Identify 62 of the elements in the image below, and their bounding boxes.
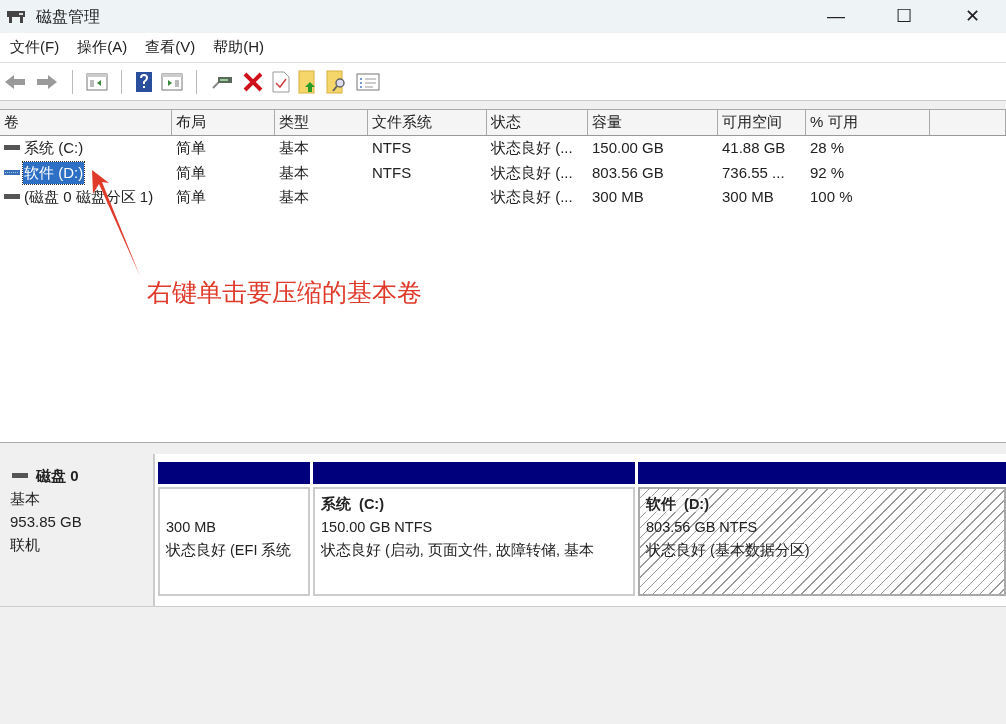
volume-name[interactable]: 系统 (C:) — [23, 137, 85, 160]
table-cell: 100 % — [810, 188, 853, 205]
table-cell: 状态良好 (... — [491, 163, 573, 181]
menu-item[interactable]: 帮助(H) — [207, 36, 270, 59]
window-title: 磁盘管理 — [36, 6, 100, 27]
table-cell: 736.55 ... — [722, 163, 785, 181]
disk-name: 磁盘 0 — [36, 466, 79, 486]
column-header[interactable]: 容量 — [588, 110, 718, 135]
partition-status: 状态良好 (启动, 页面文件, 故障转储, 基本 — [321, 542, 595, 558]
table-cell: 150.00 GB — [592, 139, 664, 156]
column-header[interactable]: 卷 — [0, 110, 172, 135]
menu-item[interactable]: 操作(A) — [71, 36, 134, 59]
table-cell: 28 % — [810, 139, 845, 156]
column-header[interactable]: 布局 — [172, 110, 275, 135]
delete-x-icon[interactable] — [242, 70, 264, 93]
partition-status: 状态良好 (基本数据分区) — [646, 542, 810, 558]
table-cell: 92 % — [810, 163, 845, 181]
table-cell: 简单 — [176, 188, 206, 205]
partition-size: 150.00 GB NTFS — [321, 519, 433, 535]
partition-size: 300 MB — [166, 519, 216, 535]
partition-status: 状态良好 (EFI 系统 — [166, 542, 292, 558]
column-header[interactable]: % 可用 — [806, 110, 930, 135]
table-cell: NTFS — [372, 163, 412, 181]
column-header[interactable]: 可用空间 — [718, 110, 806, 135]
partition-block[interactable]: 300 MB 状态良好 (EFI 系统 — [158, 487, 310, 596]
partition-title: 软件 (D:) — [646, 496, 709, 512]
folder-magnifier-icon[interactable] — [326, 69, 348, 94]
partition-title: 系统 (C:) — [321, 496, 384, 512]
table-cell: 基本 — [279, 163, 309, 181]
table-cell: 状态良好 (... — [491, 139, 573, 156]
table-cell: 803.56 GB — [592, 163, 664, 181]
column-header[interactable]: 类型 — [275, 110, 368, 135]
table-cell: NTFS — [372, 139, 412, 156]
menu-item[interactable]: 查看(V) — [139, 36, 202, 59]
checked-document-icon[interactable] — [272, 70, 290, 93]
disk-management-icon — [6, 8, 26, 25]
disk-status: 联机 — [10, 535, 41, 555]
annotation-text: 右键单击要压缩的基本卷 — [147, 277, 422, 308]
table-cell: 基本 — [279, 188, 309, 205]
partition-block[interactable]: 系统 (C:) 150.00 GB NTFS 状态良好 (启动, 页面文件, 故障转储, 基本 — [313, 487, 635, 596]
column-header[interactable]: 文件系统 — [368, 110, 487, 135]
table-cell: 简单 — [176, 163, 206, 181]
menu-item[interactable]: 文件(F) — [4, 36, 66, 59]
partition-size: 803.56 GB NTFS — [646, 519, 758, 535]
table-cell: 300 MB — [722, 188, 774, 205]
disk-size: 953.85 GB — [10, 512, 83, 532]
column-header[interactable]: 状态 — [487, 110, 588, 135]
table-cell: 简单 — [176, 139, 206, 156]
close-button[interactable]: ✕ — [938, 0, 1006, 33]
table-cell: 基本 — [279, 139, 309, 156]
properties-list-icon[interactable] — [356, 71, 380, 92]
console-tree-icon[interactable] — [86, 71, 108, 92]
table-cell: 300 MB — [592, 188, 644, 205]
help-icon[interactable] — [135, 70, 153, 93]
maximize-button[interactable]: ☐ — [870, 0, 938, 33]
partition-block[interactable]: 软件 (D:) 803.56 GB NTFS 状态良好 (基本数据分区) — [638, 487, 1006, 596]
minimize-button[interactable]: — — [802, 0, 870, 33]
disk-type: 基本 — [10, 489, 41, 509]
volume-name[interactable]: 软件 (D:) — [23, 161, 85, 184]
action-pane-icon[interactable] — [161, 71, 183, 92]
table-cell: 41.88 GB — [722, 139, 786, 156]
table-cell: 状态良好 (... — [491, 188, 573, 205]
